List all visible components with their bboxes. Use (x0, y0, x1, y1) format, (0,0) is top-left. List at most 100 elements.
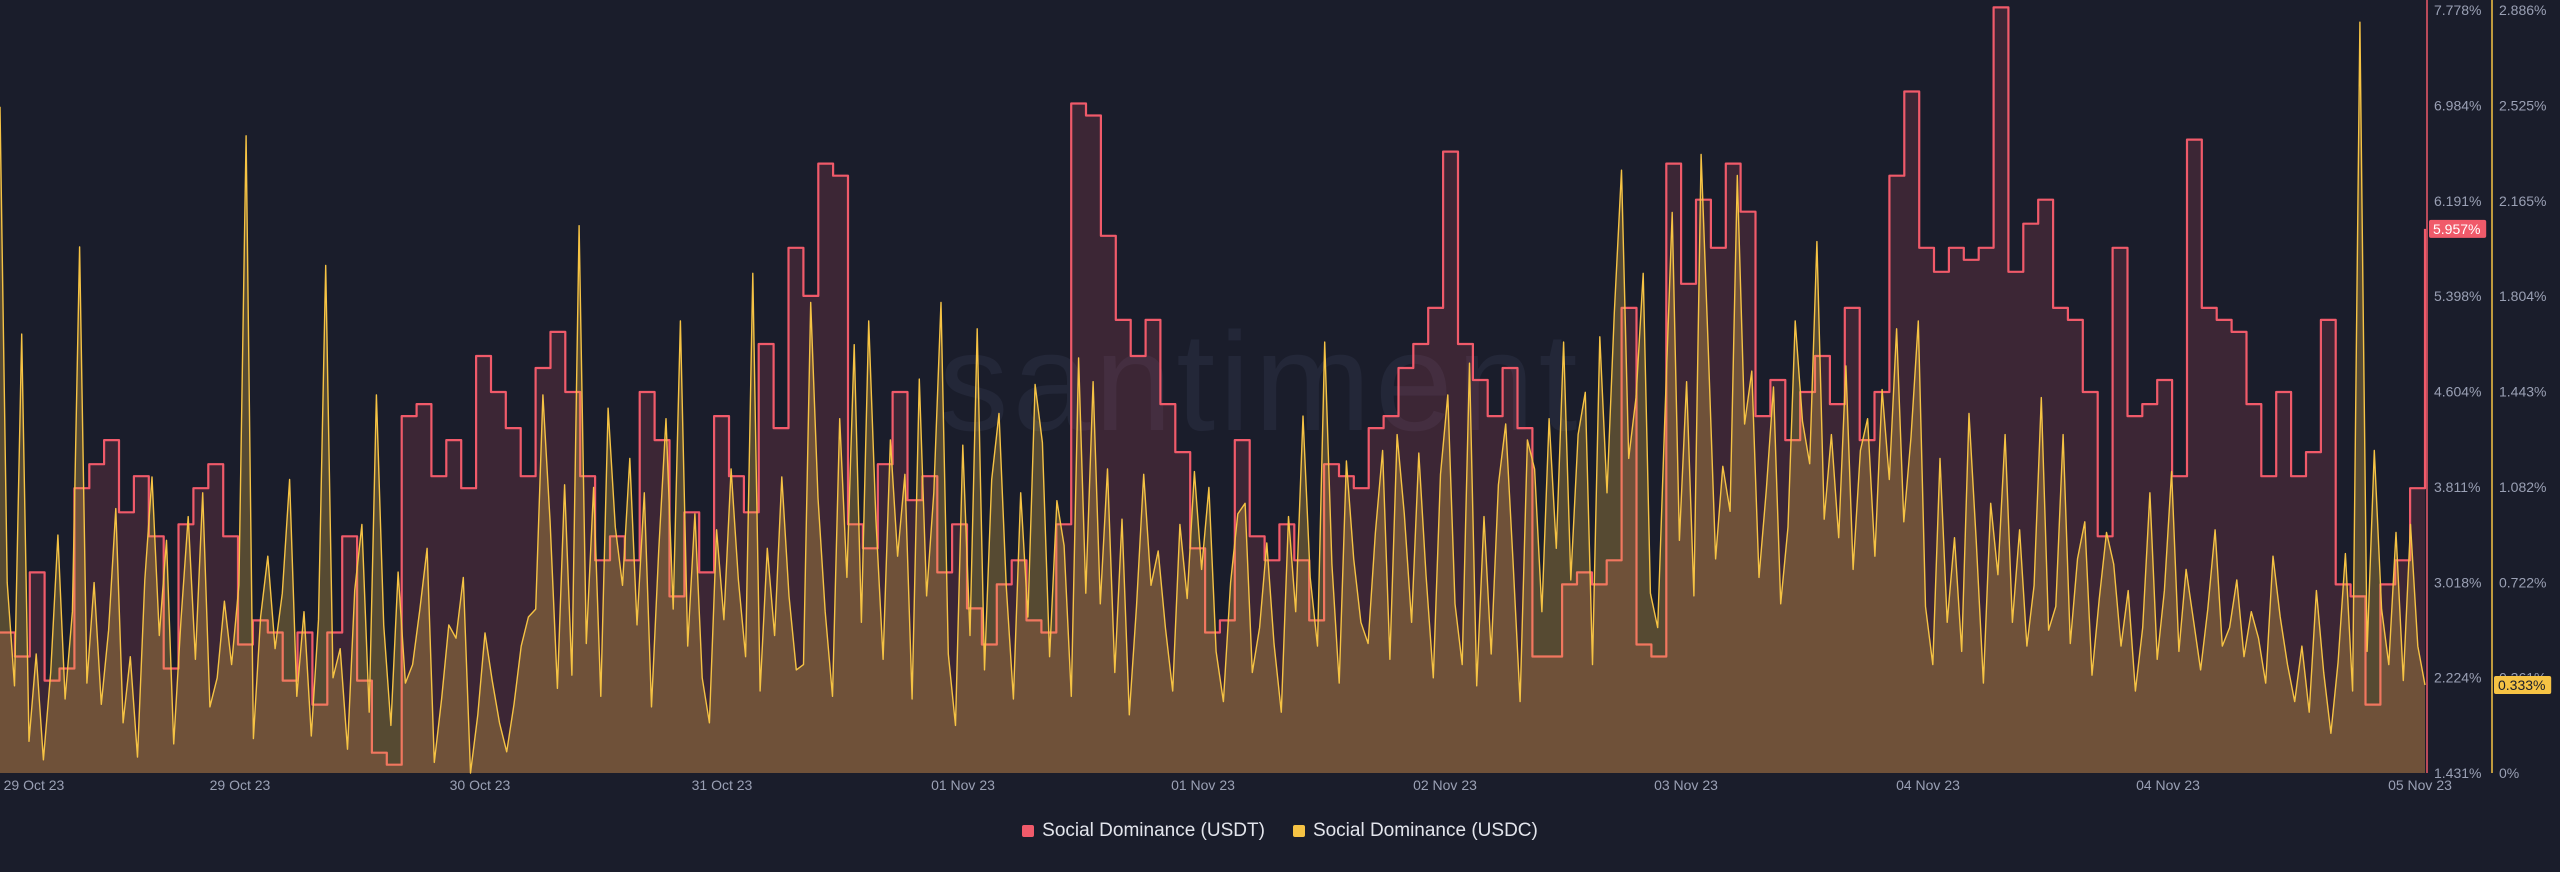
usdc-point (477, 714, 478, 715)
usdc-point (2005, 434, 2006, 435)
usdc-point (1440, 474, 1441, 475)
usdc-point (427, 548, 428, 549)
legend-item-usdc[interactable]: Social Dominance (USDC) (1292, 820, 1538, 842)
usdt-point (185, 524, 186, 525)
usdt-point (2045, 199, 2046, 200)
usdc-point (1288, 516, 1289, 517)
usdc-point (832, 696, 833, 697)
usdc-point (1136, 606, 1137, 607)
legend-item-usdt[interactable]: Social Dominance (USDT) (1022, 820, 1265, 842)
usdc-point (1802, 421, 1803, 422)
usdt-point (461, 488, 462, 489)
usdt-last-value-badge: 5.957% (2429, 219, 2487, 238)
usdc-point (658, 550, 659, 551)
usdc-point (180, 619, 181, 620)
usdt-point (1844, 307, 1845, 308)
usdc-point (1331, 564, 1332, 565)
usdc-point (166, 540, 167, 541)
usdc-point (1693, 595, 1694, 596)
usdc-point (767, 548, 768, 549)
usdt-point (743, 512, 744, 513)
usdc-point (86, 683, 87, 684)
usdc-point (441, 698, 442, 699)
usdc-point (2338, 661, 2339, 662)
usdc-point (1903, 521, 1904, 522)
usdc-point (774, 635, 775, 636)
usdc-axis-tick-label: 1.082% (2499, 479, 2546, 495)
usdc-point (1295, 611, 1296, 612)
usdt-point (1242, 440, 1243, 441)
usdc-point (2157, 659, 2158, 660)
usdt-point (758, 343, 759, 344)
usdc-last-value-badge-text: 0.333% (2498, 677, 2545, 693)
usdc-point (347, 749, 348, 750)
usdc-point (1476, 685, 1477, 686)
usdc-point (390, 725, 391, 726)
usdc-point (1643, 273, 1644, 274)
usdc-point (1722, 466, 1723, 467)
usdc-point (1389, 659, 1390, 660)
x-axis-tick-label: 29 Oct 23 (210, 777, 271, 793)
usdc-point (1172, 690, 1173, 691)
usdc-point (79, 246, 80, 247)
usdc-point (709, 722, 710, 723)
usdc-point (1527, 439, 1528, 440)
usdc-point (1954, 537, 1955, 538)
usdc-point (969, 635, 970, 636)
usdt-point (892, 391, 893, 392)
usdc-point (1679, 540, 1680, 541)
usdc-point (7, 582, 8, 583)
usdc-point (1425, 574, 1426, 575)
usdc-point (1845, 365, 1846, 366)
usdt-point (2216, 319, 2217, 320)
usdc-point (14, 685, 15, 686)
x-axis-tick-label: 31 Oct 23 (692, 777, 753, 793)
usdc-point (579, 225, 580, 226)
usdt-point (1219, 620, 1220, 621)
usdt-point (2209, 307, 2210, 308)
usdt-point (1933, 271, 1934, 272)
usdt-point (2402, 560, 2403, 561)
usdc-point (1317, 646, 1318, 647)
usdc-point (1664, 416, 1665, 417)
usdc-point (1947, 622, 1948, 623)
x-axis-tick-label: 01 Nov 23 (1171, 777, 1235, 793)
usdt-point (572, 391, 573, 392)
usdc-point (340, 648, 341, 649)
usdc-point (1454, 603, 1455, 604)
usdc-point (904, 474, 905, 475)
usdc-point (651, 706, 652, 707)
usdt-point (557, 331, 558, 332)
usdc-point (28, 741, 29, 742)
usdc-point (1650, 593, 1651, 594)
usdc-point (1715, 558, 1716, 559)
usdt-point (2008, 271, 2009, 272)
usdc-point (2171, 471, 2172, 472)
usdt-point (1688, 283, 1689, 284)
usdc-point (1194, 471, 1195, 472)
usdt-point (2424, 228, 2425, 229)
usdt-point (2283, 391, 2284, 392)
usdc-point (260, 616, 261, 617)
usdc-point (296, 696, 297, 697)
usdc-point (253, 738, 254, 739)
usdt-point (1487, 416, 1488, 417)
usdc-point (1708, 352, 1709, 353)
usdc-point (1932, 664, 1933, 665)
usdc-point (1896, 328, 1897, 329)
usdc-point (1230, 582, 1231, 583)
usdc-point (948, 653, 949, 654)
usdt-point (2112, 247, 2113, 248)
legend-label-usdc: Social Dominance (USDC) (1312, 820, 1538, 841)
usdc-point (1179, 524, 1180, 525)
usdc-point (2287, 664, 2288, 665)
usdc-axis-tick-label: 2.525% (2499, 97, 2546, 113)
usdc-point (1838, 537, 1839, 538)
usdc-point (115, 508, 116, 509)
usdc-point (962, 445, 963, 446)
usdc-point (1549, 418, 1550, 419)
usdc-point (1165, 627, 1166, 628)
usdc-point (1302, 416, 1303, 417)
usdt-point (1725, 163, 1726, 164)
usdc-point (2243, 656, 2244, 657)
